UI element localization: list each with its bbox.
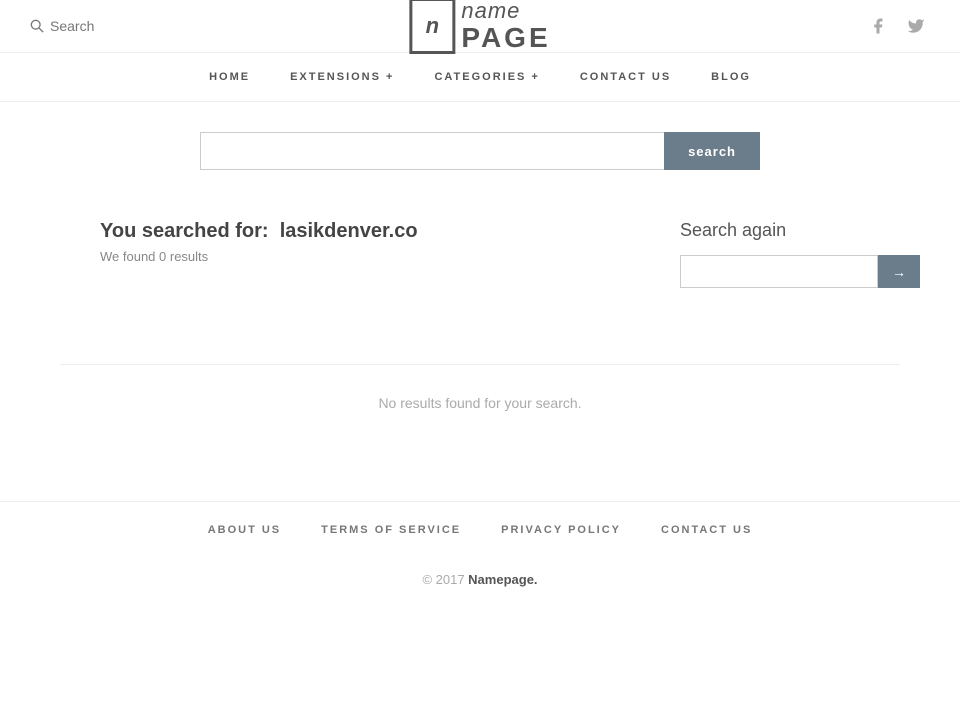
copyright-text: © 2017 xyxy=(422,572,468,587)
logo[interactable]: n name PAGE xyxy=(409,0,550,54)
search-query: lasikdenver.co xyxy=(280,220,418,242)
search-bar: search xyxy=(200,132,760,170)
search-label: Search xyxy=(50,18,94,34)
footer-nav-terms[interactable]: TERMS OF SERVICE xyxy=(321,524,461,536)
search-again-title: Search again xyxy=(680,220,860,241)
facebook-icon[interactable] xyxy=(864,12,892,40)
footer-nav-privacy[interactable]: PRIVACY POLICY xyxy=(501,524,621,536)
search-section: search xyxy=(0,102,960,200)
search-result-left: You searched for: lasikdenver.co We foun… xyxy=(100,220,640,304)
footer-nav-contact[interactable]: CONTACT US xyxy=(661,524,752,536)
you-searched-text: You searched for: lasikdenver.co xyxy=(100,220,640,243)
search-again-input[interactable] xyxy=(680,255,878,288)
copyright-brand-link[interactable]: Namepage. xyxy=(468,572,537,587)
logo-icon: n xyxy=(409,0,455,54)
nav-item-categories[interactable]: CATEGORIES + xyxy=(434,71,539,83)
nav-item-contact[interactable]: CONTACT US xyxy=(580,71,671,83)
results-count: We found 0 results xyxy=(100,249,640,264)
results-section: You searched for: lasikdenver.co We foun… xyxy=(60,200,900,364)
search-again: Search again → xyxy=(640,220,860,288)
header-search[interactable]: Search xyxy=(30,18,94,34)
search-again-button[interactable]: → xyxy=(878,255,920,288)
twitter-icon[interactable] xyxy=(902,12,930,40)
search-button[interactable]: search xyxy=(664,132,760,170)
main-content: You searched for: lasikdenver.co We foun… xyxy=(20,200,940,421)
nav-item-home[interactable]: HOME xyxy=(209,71,250,83)
nav-item-blog[interactable]: BLOG xyxy=(711,71,751,83)
site-footer: ABOUT US TERMS OF SERVICE PRIVACY POLICY… xyxy=(0,501,960,617)
you-searched-prefix: You searched for: xyxy=(100,220,269,242)
footer-copyright: © 2017 Namepage. xyxy=(0,558,960,617)
logo-text: name PAGE xyxy=(461,0,550,53)
no-results-message: No results found for your search. xyxy=(60,365,900,421)
search-input[interactable] xyxy=(200,132,664,170)
no-results-text: No results found for your search. xyxy=(60,395,900,411)
nav-item-extensions[interactable]: EXTENSIONS + xyxy=(290,71,394,83)
search-again-bar: → xyxy=(680,255,860,288)
search-icon xyxy=(30,19,44,33)
footer-nav-about[interactable]: ABOUT US xyxy=(208,524,281,536)
social-links xyxy=(864,12,930,40)
main-nav: HOME EXTENSIONS + CATEGORIES + CONTACT U… xyxy=(0,53,960,102)
site-header: Search n name PAGE xyxy=(0,0,960,53)
footer-nav: ABOUT US TERMS OF SERVICE PRIVACY POLICY… xyxy=(0,501,960,558)
